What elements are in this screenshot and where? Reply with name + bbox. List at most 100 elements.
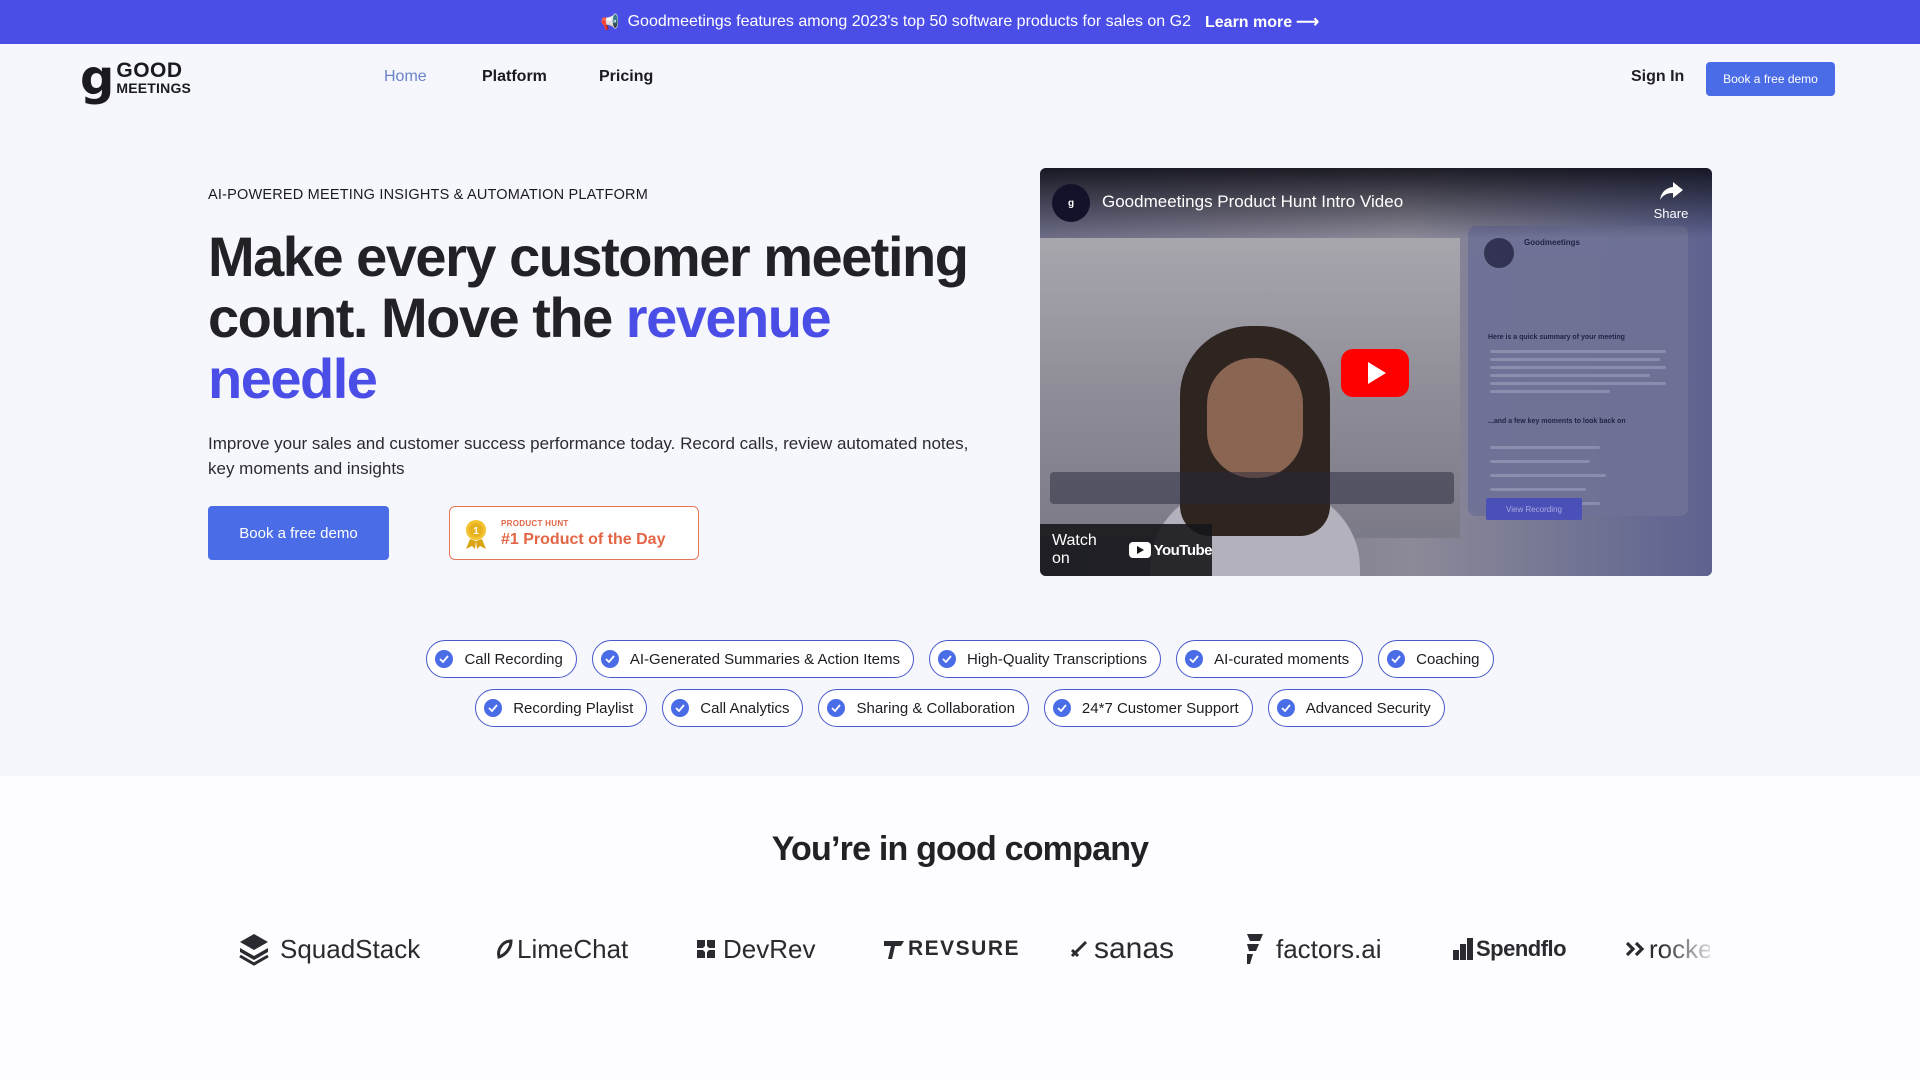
logo-text: sanas	[1094, 932, 1175, 965]
share-label: Share	[1653, 206, 1689, 221]
email-heading: Here is a quick summary of your meeting	[1488, 334, 1625, 341]
check-icon	[484, 699, 503, 717]
logo-text: DevRev	[723, 933, 816, 964]
hero-subtext: Improve your sales and customer success …	[208, 434, 969, 478]
check-icon	[937, 650, 956, 668]
nav-home[interactable]: Home	[384, 68, 427, 86]
hero-book-demo-button[interactable]: Book a free demo	[208, 506, 389, 560]
revsure-icon	[884, 941, 904, 959]
check-icon	[600, 650, 619, 668]
watch-on-youtube-link[interactable]: Watch on YouTube	[1040, 524, 1213, 576]
youtube-play-icon	[1128, 542, 1151, 558]
check-icon	[1185, 650, 1204, 668]
feature-label: Sharing & Collaboration	[856, 699, 1015, 717]
spendflo-icon	[1453, 938, 1473, 960]
logo-word-meetings: MEETINGS	[116, 79, 192, 96]
banner-text: Goodmeetings features among 2023's top 5…	[627, 13, 1191, 30]
medal-icon: 1	[466, 520, 486, 549]
product-hunt-badge[interactable]: 1 PRODUCT HUNT #1 Product of the Day	[449, 506, 699, 560]
watch-on-label: Watch on	[1052, 532, 1097, 567]
play-icon	[1368, 362, 1386, 384]
logo-strip: SquadStack LimeChat DevRev REVSURE sanas…	[210, 929, 1710, 979]
logo-devrev: DevRev	[694, 929, 815, 969]
logo-text: SquadStack	[280, 933, 421, 964]
email-summary-card: Goodmeetings Here is a quick summary of …	[1468, 226, 1688, 516]
view-recording-button: View Recording	[1486, 498, 1582, 520]
logo-fade	[1660, 929, 1710, 979]
logo-factors: factors.ai	[1244, 929, 1382, 969]
squadstack-icon	[239, 934, 269, 966]
share-icon	[1660, 182, 1683, 200]
check-icon	[1052, 699, 1071, 717]
email-line	[1490, 382, 1666, 385]
feature-chip: High-Quality Transcriptions	[928, 640, 1162, 678]
feature-label: Recording Playlist	[513, 699, 634, 717]
play-button[interactable]	[1341, 349, 1409, 397]
nav-pricing[interactable]: Pricing	[599, 68, 653, 86]
feature-label: Call Analytics	[700, 699, 790, 717]
feature-label: Advanced Security	[1305, 699, 1431, 717]
email-line	[1490, 460, 1590, 463]
feature-chip: AI-Generated Summaries & Action Items	[591, 640, 914, 678]
feature-chip: Recording Playlist	[475, 689, 648, 727]
feature-label: 24*7 Customer Support	[1081, 699, 1239, 717]
email-moments-heading: ...and a few key moments to look back on	[1488, 418, 1626, 425]
logo-revsure: REVSURE	[883, 929, 1020, 969]
channel-avatar[interactable]: g	[1052, 184, 1090, 222]
badge-kicker: PRODUCT HUNT	[501, 519, 569, 528]
logo-wordmark: GOOD MEETINGS	[116, 60, 192, 96]
video-title[interactable]: Goodmeetings Product Hunt Intro Video	[1102, 192, 1403, 212]
arrow-right-icon: ⟶	[1296, 14, 1320, 31]
section-title: You’re in good company	[771, 830, 1149, 868]
check-icon	[671, 699, 690, 717]
nav-platform[interactable]: Platform	[482, 68, 547, 86]
feature-label: Call Recording	[464, 650, 563, 668]
email-line	[1490, 474, 1606, 477]
goodmeetings-logo[interactable]: g GOOD MEETINGS	[80, 54, 200, 102]
logo-limechat: LimeChat	[495, 929, 628, 969]
rocket-chevrons-icon	[1626, 941, 1645, 957]
feature-label: AI-curated moments	[1214, 650, 1350, 668]
youtube-wordmark: YouTube	[1153, 541, 1213, 559]
check-icon	[435, 650, 454, 668]
logo-text: factors.ai	[1276, 933, 1382, 964]
feature-label: High-Quality Transcriptions	[966, 650, 1148, 668]
top-navigation: g GOOD MEETINGS Home Platform Pricing Si…	[0, 44, 1920, 112]
feature-chip: 24*7 Customer Support	[1043, 689, 1253, 727]
check-icon	[1387, 650, 1406, 668]
sign-in-link[interactable]: Sign In	[1631, 68, 1684, 86]
sender-avatar	[1484, 238, 1514, 268]
megaphone-icon: 📢	[600, 14, 620, 31]
feature-chip: AI-curated moments	[1176, 640, 1364, 678]
customer-logos-section: You’re in good company SquadStack LimeCh…	[0, 776, 1920, 1080]
logo-text: LimeChat	[517, 933, 629, 964]
youtube-video-embed[interactable]: Goodmeetings Here is a quick summary of …	[1040, 168, 1712, 576]
feature-chip: Advanced Security	[1267, 689, 1445, 727]
feature-chip: Call Analytics	[662, 689, 804, 727]
nav-book-demo-button[interactable]: Book a free demo	[1706, 62, 1835, 96]
email-line	[1490, 358, 1660, 361]
presenter-face	[1207, 358, 1303, 478]
svg-text:1: 1	[473, 526, 479, 537]
logo-sanas: sanas	[1070, 929, 1174, 969]
player-controls-preview	[1050, 472, 1454, 504]
feature-row-1: Call Recording AI-Generated Summaries & …	[0, 640, 1920, 678]
logo-text: REVSURE	[908, 937, 1021, 960]
feature-label: AI-Generated Summaries & Action Items	[629, 650, 900, 668]
email-line	[1490, 488, 1586, 491]
email-line	[1490, 390, 1610, 393]
share-button[interactable]: Share	[1646, 180, 1696, 221]
youtube-logo: YouTube	[1128, 541, 1213, 559]
hero-headline: Make every customer meeting count. Move …	[208, 226, 988, 409]
check-icon	[827, 699, 846, 717]
learn-more-link[interactable]: Learn more ⟶	[1205, 12, 1319, 32]
feature-chip: Call Recording	[426, 640, 577, 678]
feature-chip: Coaching	[1378, 640, 1494, 678]
feature-row-2: Recording Playlist Call Analytics Sharin…	[0, 689, 1920, 727]
sanas-icon	[1070, 940, 1088, 958]
email-line	[1490, 374, 1650, 377]
devrev-icon	[697, 940, 715, 958]
feature-label: Coaching	[1416, 650, 1480, 668]
badge-title: #1 Product of the Day	[501, 531, 666, 548]
check-icon	[1276, 699, 1295, 717]
